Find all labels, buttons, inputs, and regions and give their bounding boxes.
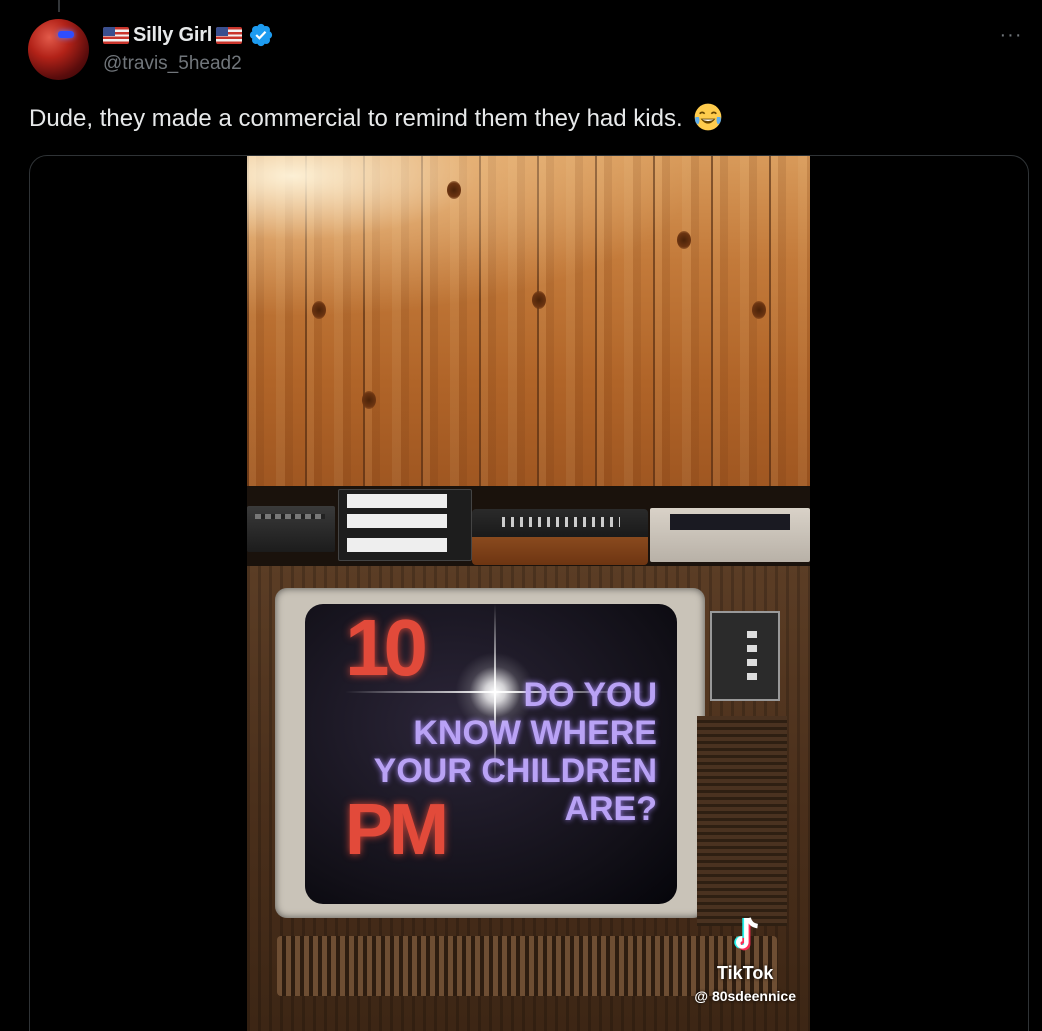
tiktok-username: @ 80sdeennice [694,988,796,1004]
light-glare [247,156,810,356]
wood-knot [312,301,326,319]
wood-knot [677,231,691,249]
post-text: Dude, they made a commercial to remind t… [29,105,683,132]
display-name[interactable]: Silly Girl [133,24,212,47]
tiktok-brand: TikTok [717,963,774,983]
question-line: YOUR CHILDREN [373,752,657,790]
wood-knot [532,291,546,309]
thread-line [58,0,60,12]
tv-screen: 10 DO YOU KNOW WHERE YOUR CHILDREN ARE? … [305,604,677,904]
verified-badge-icon[interactable] [248,22,274,48]
media-card[interactable]: 10 DO YOU KNOW WHERE YOUR CHILDREN ARE? … [29,155,1029,1031]
more-options-icon[interactable]: ··· [996,20,1026,50]
author-row[interactable]: Silly Girl [103,22,274,48]
wood-knot [752,301,766,319]
us-flag-icon [103,26,129,44]
tiktok-logo-icon [734,917,759,951]
game-console [472,509,648,565]
tiktok-watermark: TikTok @ 80sdeennice [694,916,796,1004]
sparkle-icon [455,652,535,732]
vhs-tapes [338,489,472,561]
screen-time-unit: PM [345,790,449,870]
wood-knot [362,391,376,409]
post-text-container: Dude, they made a commercial to remind t… [29,102,723,136]
cable-box [247,506,335,552]
tv-control-panel [710,611,780,701]
wood-knot [447,181,461,199]
author-handle[interactable]: @travis_5head2 [103,53,242,75]
avatar-glasses [58,31,74,38]
vcr [650,508,810,562]
video-player[interactable]: 10 DO YOU KNOW WHERE YOUR CHILDREN ARE? … [247,156,810,1031]
tv-speaker-grille [697,716,787,926]
us-flag-icon [216,26,243,44]
face-with-tears-of-joy-icon [694,103,722,131]
avatar[interactable] [28,19,89,80]
